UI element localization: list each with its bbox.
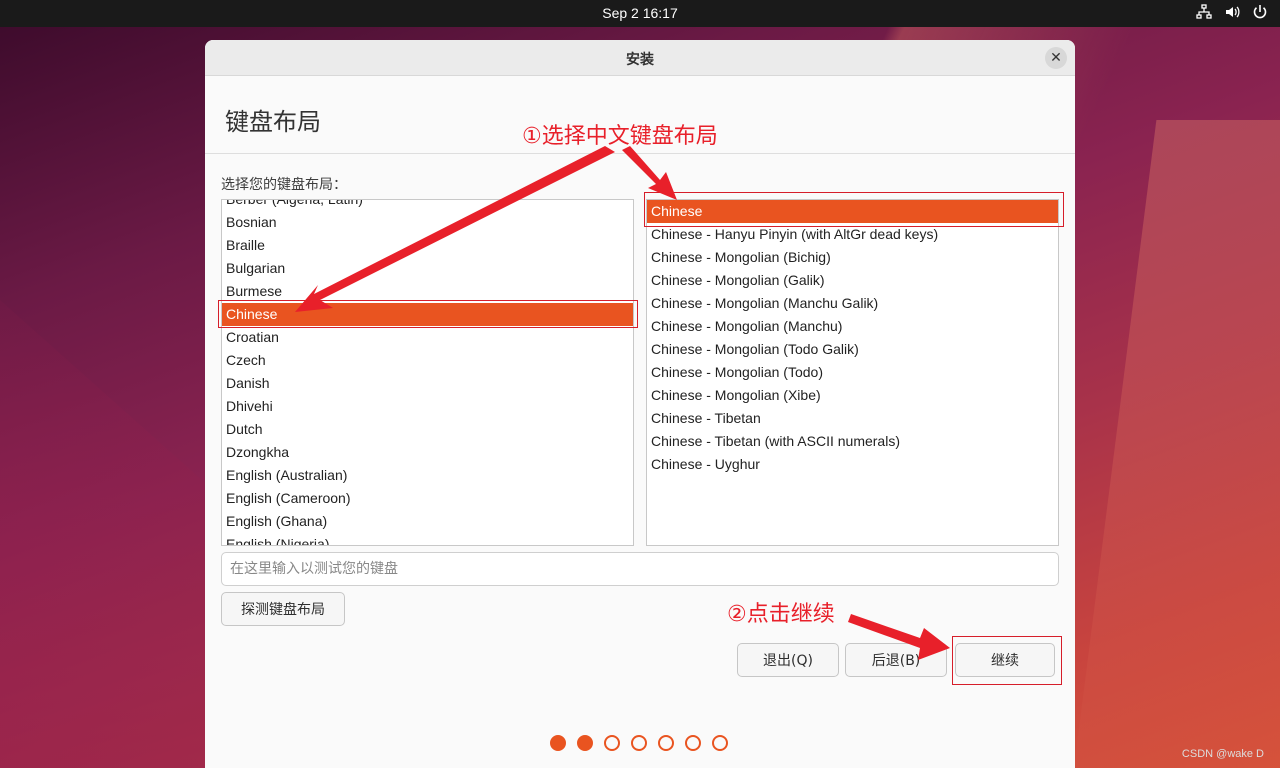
variant-list-item[interactable]: Chinese - Mongolian (Galik) <box>647 269 1058 292</box>
top-bar: Sep 2 16:17 <box>0 0 1280 27</box>
layout-list-item[interactable]: English (Australian) <box>222 464 633 487</box>
volume-icon[interactable] <box>1224 4 1240 20</box>
layout-list-item[interactable]: Braille <box>222 234 633 257</box>
divider <box>205 153 1075 154</box>
variant-list-item[interactable]: Chinese - Mongolian (Manchu) <box>647 315 1058 338</box>
layout-list-item[interactable]: English (Ghana) <box>222 510 633 533</box>
progress-dot <box>631 735 647 751</box>
layout-list-item[interactable]: Croatian <box>222 326 633 349</box>
progress-dots <box>550 735 728 751</box>
progress-dot <box>604 735 620 751</box>
network-icon[interactable] <box>1196 4 1212 20</box>
layout-list-item[interactable]: Dutch <box>222 418 633 441</box>
window-title: 安装 <box>626 52 654 68</box>
layout-list-item[interactable]: English (Cameroon) <box>222 487 633 510</box>
layout-prompt: 选择您的键盘布局： <box>221 177 347 193</box>
variant-list-item[interactable]: Chinese - Tibetan (with ASCII numerals) <box>647 430 1058 453</box>
close-icon: ✕ <box>1050 50 1062 66</box>
layout-list-item[interactable]: Dzongkha <box>222 441 633 464</box>
layout-list-item[interactable]: Bulgarian <box>222 257 633 280</box>
layout-list-item[interactable]: Berber (Algeria, Latin) <box>222 200 633 211</box>
page-title: 键盘布局 <box>225 108 321 136</box>
variant-list-item[interactable]: Chinese - Mongolian (Bichig) <box>647 246 1058 269</box>
progress-dot <box>712 735 728 751</box>
layout-list[interactable]: Berber (Algeria, Latin) Bosnian Braille Bul… <box>221 199 634 546</box>
annotation-box-continue <box>952 636 1062 685</box>
variant-list-item[interactable]: Chinese - Mongolian (Todo Galik) <box>647 338 1058 361</box>
annotation-step1: ①选择中文键盘布局 <box>522 124 718 149</box>
clock[interactable]: Sep 2 16:17 <box>0 5 1280 21</box>
back-button[interactable]: 后退(B) <box>845 643 947 677</box>
variant-list-item[interactable]: Chinese - Mongolian (Xibe) <box>647 384 1058 407</box>
layout-list-item[interactable]: English (Nigeria) <box>222 533 633 545</box>
layout-list-item[interactable]: Czech <box>222 349 633 372</box>
variant-list-item[interactable]: Chinese - Tibetan <box>647 407 1058 430</box>
layout-list-item[interactable]: Dhivehi <box>222 395 633 418</box>
annotation-box-layout <box>218 300 638 328</box>
variant-list-item[interactable]: Chinese - Mongolian (Manchu Galik) <box>647 292 1058 315</box>
variant-list-item[interactable]: Chinese - Uyghur <box>647 453 1058 476</box>
progress-dot <box>658 735 674 751</box>
wallpaper-shape <box>0 300 210 768</box>
title-bar: 安装 ✕ <box>205 40 1075 76</box>
quit-button[interactable]: 退出(Q) <box>737 643 839 677</box>
progress-dot <box>577 735 593 751</box>
keyboard-test-input[interactable] <box>221 552 1059 586</box>
wallpaper-shape <box>1074 120 1280 768</box>
layout-list-item[interactable]: Bosnian <box>222 211 633 234</box>
progress-dot <box>550 735 566 751</box>
annotation-step2: ②点击继续 <box>727 602 835 627</box>
progress-dot <box>685 735 701 751</box>
variant-list-item[interactable]: Chinese - Mongolian (Todo) <box>647 361 1058 384</box>
watermark: CSDN @wake D <box>1181 748 1264 760</box>
system-tray[interactable] <box>1196 4 1268 20</box>
layout-list-item[interactable]: Danish <box>222 372 633 395</box>
power-icon[interactable] <box>1252 4 1268 20</box>
close-button[interactable]: ✕ <box>1045 47 1067 69</box>
annotation-box-variant <box>644 192 1064 227</box>
detect-layout-button[interactable]: 探测键盘布局 <box>221 592 345 626</box>
variant-list[interactable]: Chinese Chinese - Hanyu Pinyin (with AltG… <box>646 199 1059 546</box>
